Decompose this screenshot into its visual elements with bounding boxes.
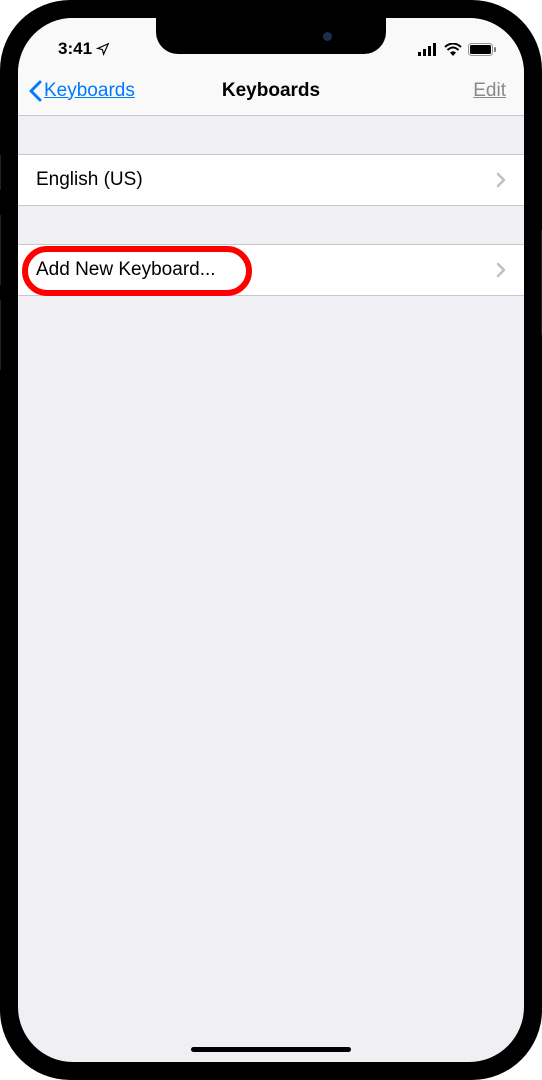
chevron-right-icon [496, 262, 506, 278]
notch [156, 18, 386, 54]
volume-up-button [0, 215, 1, 285]
chevron-left-icon [28, 80, 42, 102]
volume-down-button [0, 300, 1, 370]
navigation-bar: Keyboards Keyboards Edit [18, 66, 524, 116]
add-new-keyboard-label: Add New Keyboard... [36, 259, 216, 281]
content-area: English (US) Add New Keyboard... [18, 116, 524, 296]
home-indicator[interactable] [191, 1047, 351, 1052]
edit-button[interactable]: Edit [473, 80, 506, 102]
location-arrow-icon [96, 42, 110, 56]
screen: 3:41 [18, 18, 524, 1062]
add-new-keyboard-row[interactable]: Add New Keyboard... [18, 244, 524, 296]
section-spacer [18, 206, 524, 244]
back-button[interactable]: Keyboards [28, 80, 135, 102]
wifi-icon [444, 43, 462, 56]
section-spacer [18, 116, 524, 154]
phone-frame: 3:41 [0, 0, 542, 1080]
status-time: 3:41 [58, 39, 92, 59]
battery-icon [468, 43, 496, 56]
cellular-signal-icon [418, 43, 438, 56]
silent-switch [0, 155, 1, 190]
keyboard-row[interactable]: English (US) [18, 154, 524, 206]
keyboard-row-label: English (US) [36, 169, 143, 191]
camera-dot [323, 32, 332, 41]
back-button-label: Keyboards [44, 80, 135, 102]
page-title: Keyboards [222, 80, 320, 102]
chevron-right-icon [496, 172, 506, 188]
